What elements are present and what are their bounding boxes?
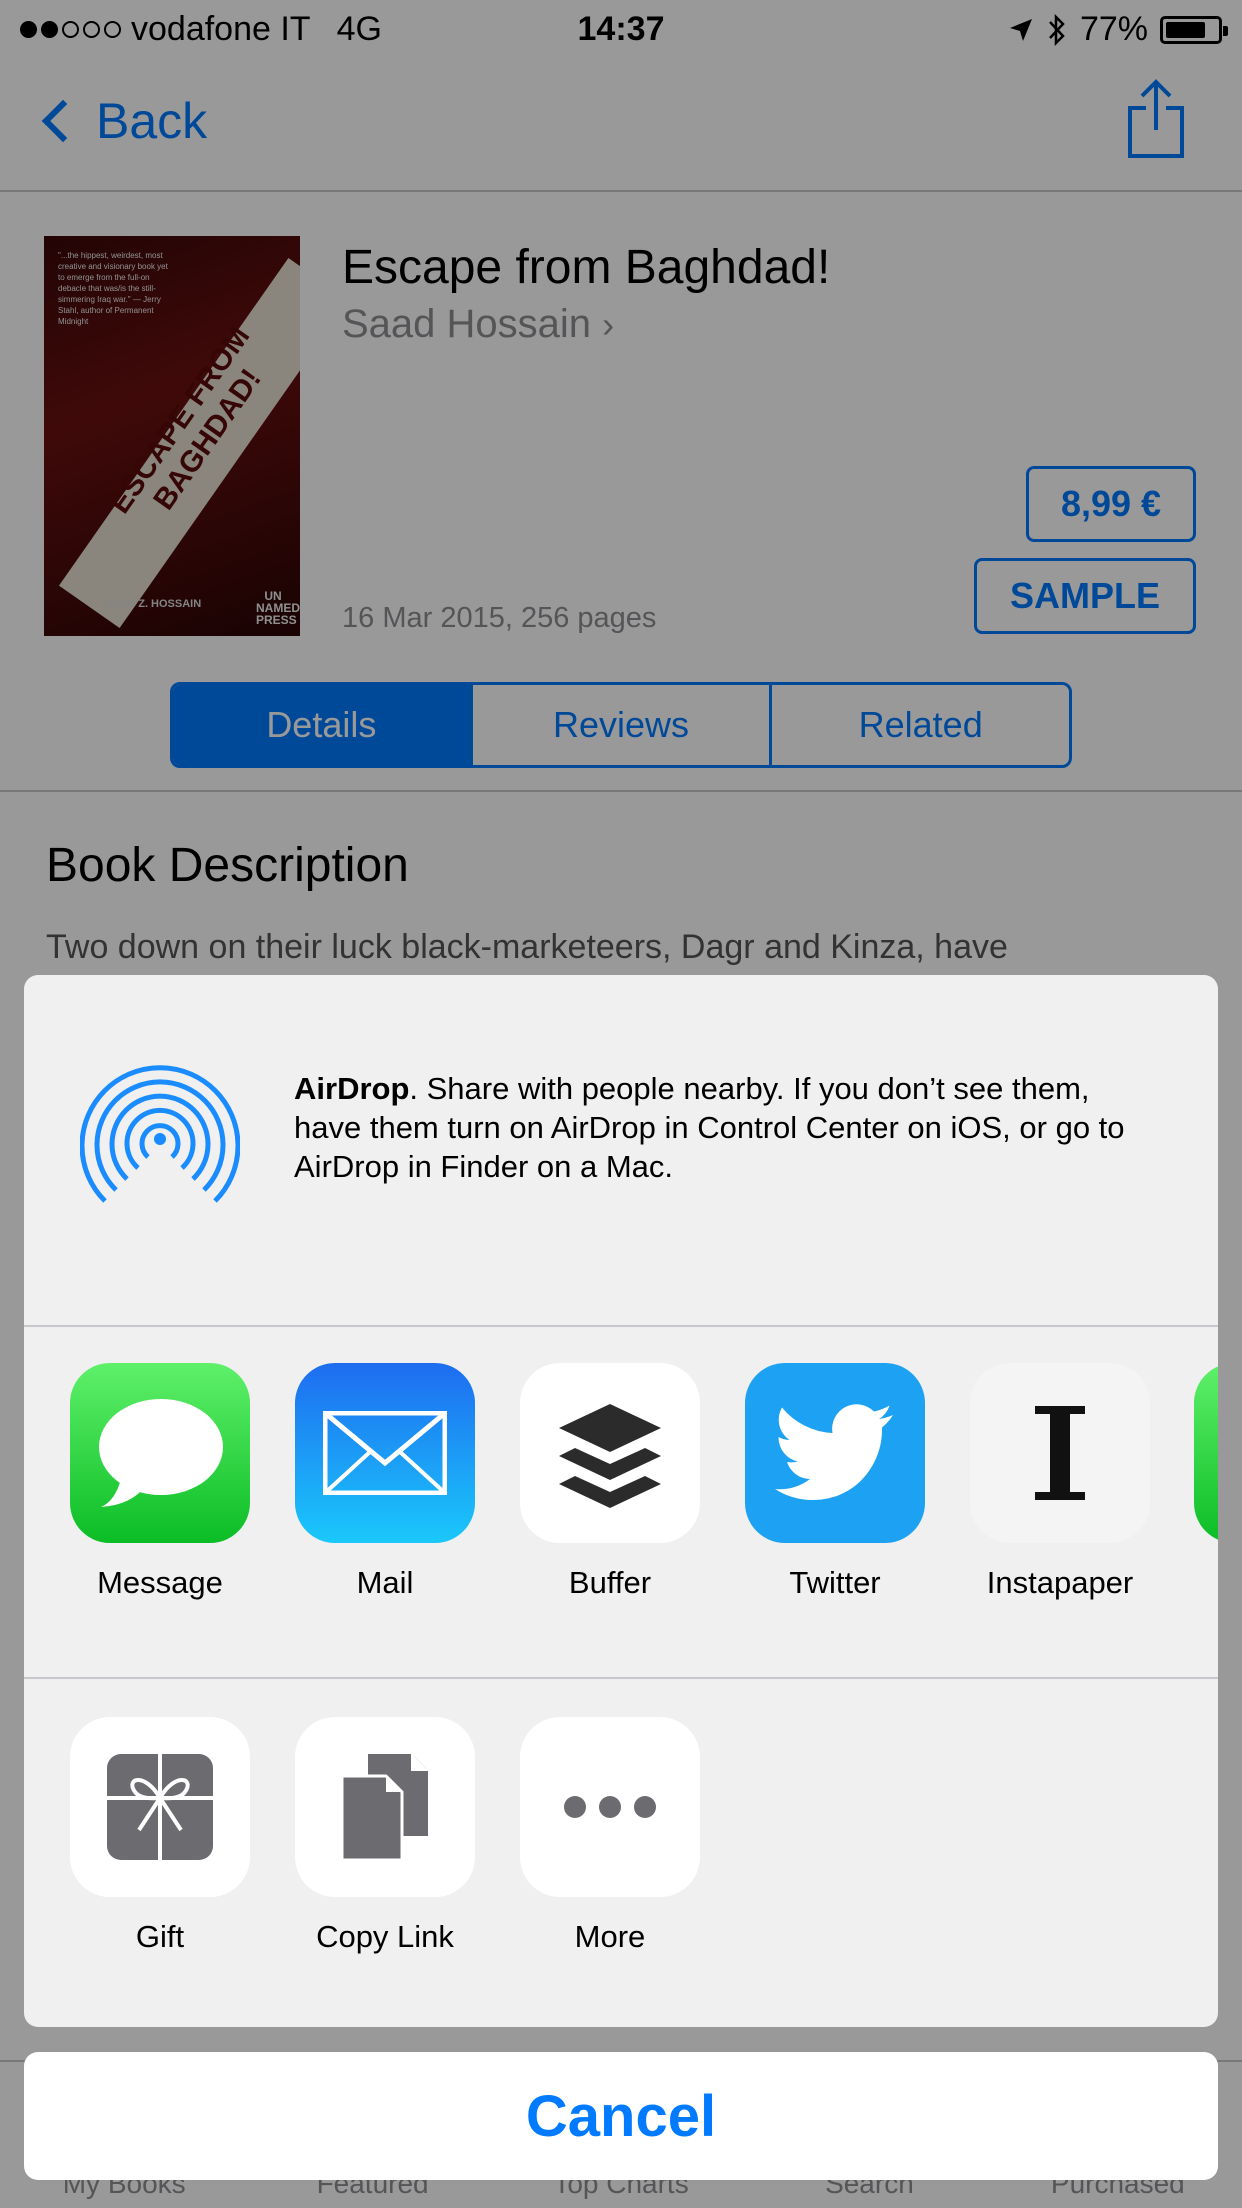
share-app-label: Mail xyxy=(356,1565,414,1600)
share-app-label: Buffer xyxy=(568,1565,652,1600)
cancel-button[interactable]: Cancel xyxy=(24,2052,1218,2180)
share-app-label: Instapaper xyxy=(986,1565,1134,1600)
copy-link-icon xyxy=(295,1717,475,1897)
airdrop-section[interactable]: AirDrop. Share with people nearby. If yo… xyxy=(24,975,1218,1327)
share-apps-row: Message Mail Buffer Twitter Instapaper xyxy=(24,1327,1218,1679)
share-app-label: Message xyxy=(97,1565,223,1600)
airdrop-title: AirDrop xyxy=(294,1071,410,1106)
share-action-label: More xyxy=(574,1919,646,1954)
share-app-twitter[interactable]: Twitter xyxy=(745,1363,925,1601)
buffer-icon xyxy=(520,1363,700,1543)
share-action-copy-link[interactable]: Copy Link xyxy=(295,1717,475,1955)
airdrop-body: . Share with people nearby. If you don’t… xyxy=(294,1071,1125,1184)
share-sheet: AirDrop. Share with people nearby. If yo… xyxy=(24,975,1218,2027)
share-app-label: Twitter xyxy=(789,1565,881,1600)
airdrop-description: AirDrop. Share with people nearby. If yo… xyxy=(294,1069,1154,1186)
airdrop-icon xyxy=(80,1065,240,1203)
share-app-instapaper[interactable]: Instapaper xyxy=(970,1363,1150,1601)
gift-icon xyxy=(70,1717,250,1897)
message-icon xyxy=(70,1363,250,1543)
share-app-partial-icon[interactable] xyxy=(1194,1363,1218,1543)
more-icon xyxy=(520,1717,700,1897)
share-action-more[interactable]: More xyxy=(520,1717,700,1955)
twitter-icon xyxy=(745,1363,925,1543)
share-app-mail[interactable]: Mail xyxy=(295,1363,475,1601)
share-app-buffer[interactable]: Buffer xyxy=(520,1363,700,1601)
mail-icon xyxy=(295,1363,475,1543)
share-actions-row: Gift Copy Link More xyxy=(24,1679,1218,2027)
share-app-message[interactable]: Message xyxy=(70,1363,250,1601)
share-action-label: Gift xyxy=(135,1919,185,1954)
share-action-gift[interactable]: Gift xyxy=(70,1717,250,1955)
instapaper-icon xyxy=(970,1363,1150,1543)
share-action-label: Copy Link xyxy=(316,1919,454,1954)
